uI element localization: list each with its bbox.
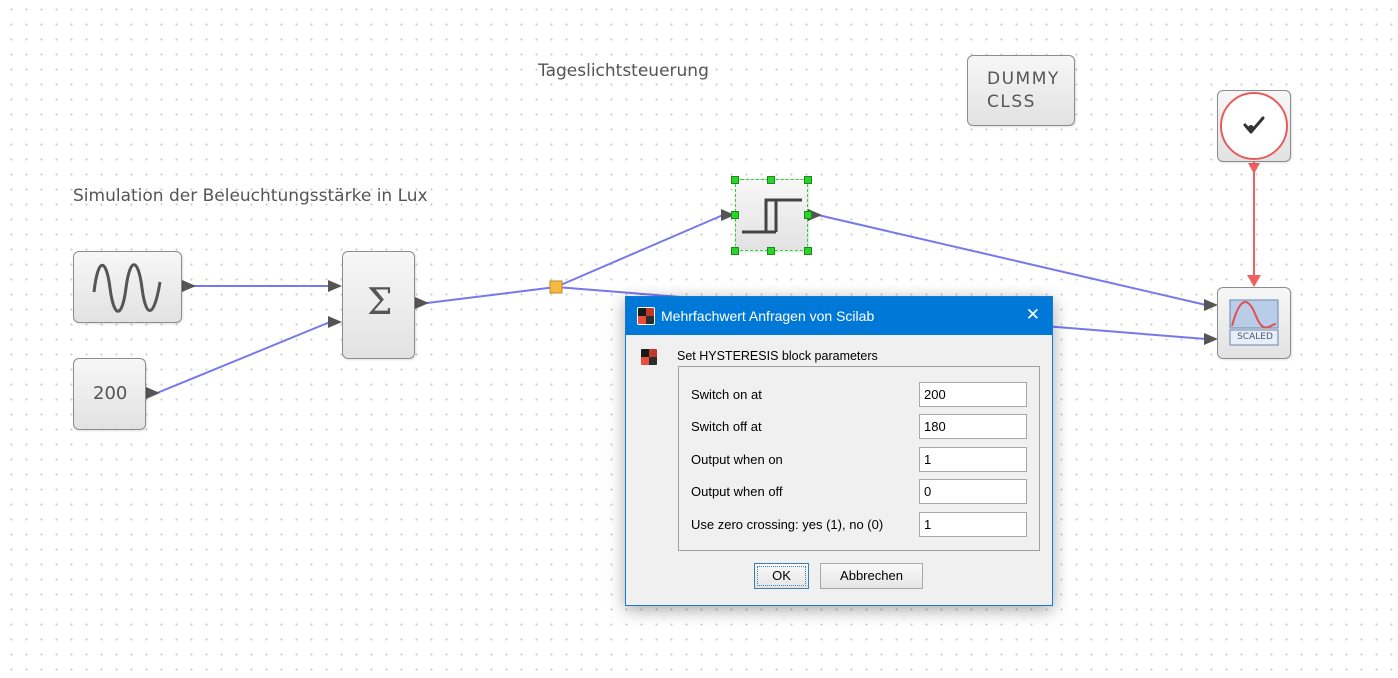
wire-const-to-sum[interactable] <box>156 321 331 394</box>
sum-input-port-1 <box>328 280 342 292</box>
dummy-clss-block[interactable]: DUMMY CLSS <box>967 55 1075 126</box>
event-arrow <box>1247 275 1261 287</box>
event-input-port <box>1248 163 1260 174</box>
diagram-title: Tageslichtsteuerung <box>538 61 709 81</box>
scope-badge: SCALED <box>1237 332 1273 342</box>
switch-on-label: Switch on at <box>691 387 762 402</box>
close-icon[interactable]: ✕ <box>1026 305 1040 325</box>
parameter-dialog: Mehrfachwert Anfragen von Scilab ✕ Set H… <box>625 296 1053 606</box>
scilab-message-icon <box>640 348 658 366</box>
diagram-subtitle: Simulation der Beleuchtungsstärke in Lux <box>73 186 428 206</box>
output-on-label: Output when on <box>691 452 783 467</box>
constant-output-port <box>146 387 160 399</box>
sum-input-port-2 <box>328 316 342 328</box>
switch-off-label: Switch off at <box>691 419 762 434</box>
selection-handle-nw[interactable] <box>731 176 739 184</box>
output-off-label: Output when off <box>691 484 783 499</box>
scope-input-port-2 <box>1204 333 1218 345</box>
ok-button[interactable]: OK <box>754 563 809 589</box>
parameter-fields: Switch on at Switch off at Output when o… <box>678 366 1040 551</box>
selection-handle-w[interactable] <box>731 211 739 219</box>
wire-sum-to-split[interactable] <box>426 286 557 304</box>
wire-split-to-hysteresis[interactable] <box>555 214 724 288</box>
selection-handle-ne[interactable] <box>804 176 812 184</box>
sum-output-port <box>415 297 429 309</box>
dummy-clss-line2: CLSS <box>987 92 1036 112</box>
switch-off-field[interactable] <box>919 414 1027 439</box>
cancel-button[interactable]: Abbrechen <box>820 563 923 589</box>
output-on-field[interactable] <box>919 447 1027 472</box>
clock-icon <box>1220 92 1288 160</box>
scope-input-port-1 <box>1204 299 1218 311</box>
hysteresis-block[interactable] <box>735 179 808 251</box>
dialog-title: Mehrfachwert Anfragen von Scilab <box>661 308 875 324</box>
selection-handle-sw[interactable] <box>731 247 739 255</box>
sum-block[interactable]: Σ <box>342 251 415 359</box>
sine-wave-icon <box>92 263 162 313</box>
sine-generator-block[interactable] <box>73 251 182 323</box>
dialog-title-bar[interactable]: Mehrfachwert Anfragen von Scilab ✕ <box>626 297 1052 335</box>
hysteresis-icon <box>742 198 802 234</box>
sine-output-port <box>182 280 196 292</box>
selection-handle-n[interactable] <box>767 176 775 184</box>
selection-handle-se[interactable] <box>804 247 812 255</box>
selection-handle-e[interactable] <box>804 211 812 219</box>
clock-block[interactable] <box>1217 90 1291 162</box>
switch-on-field[interactable] <box>919 382 1027 407</box>
output-off-field[interactable] <box>919 479 1027 504</box>
scope-icon <box>1229 299 1279 346</box>
sum-icon: Σ <box>367 282 393 323</box>
wire-hysteresis-to-scope[interactable] <box>817 214 1207 306</box>
zero-crossing-field[interactable] <box>919 512 1027 537</box>
split-point[interactable] <box>549 280 563 294</box>
constant-block[interactable]: 200 <box>73 358 146 430</box>
constant-value: 200 <box>93 383 128 404</box>
dialog-heading: Set HYSTERESIS block parameters <box>677 349 878 363</box>
dummy-clss-line1: DUMMY <box>987 69 1060 89</box>
selection-handle-s[interactable] <box>767 247 775 255</box>
scilab-app-icon <box>637 307 655 325</box>
scope-block[interactable]: SCALED <box>1217 287 1291 359</box>
zero-crossing-label: Use zero crossing: yes (1), no (0) <box>691 517 884 532</box>
